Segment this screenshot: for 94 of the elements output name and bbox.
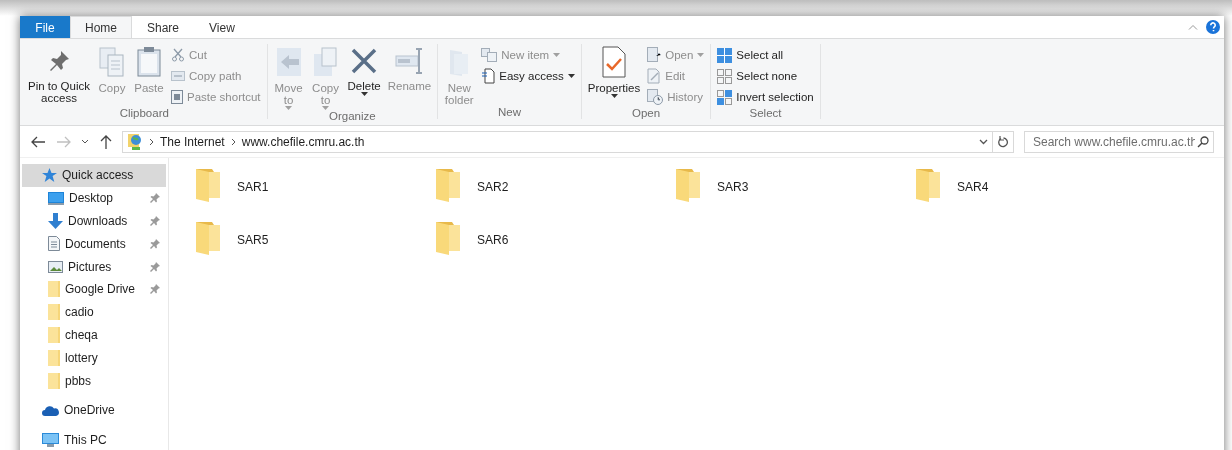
sidebar-item[interactable]: Downloads: [22, 209, 166, 233]
search-icon: [1197, 135, 1209, 148]
shortcut-icon: [171, 90, 183, 104]
folder-icon: [48, 349, 60, 366]
folder-icon: [195, 168, 221, 202]
ribbon-button[interactable]: Select none: [714, 66, 817, 86]
refresh-icon: [997, 135, 1009, 148]
sidebar-item[interactable]: pbbs: [22, 369, 166, 392]
caret-icon: [360, 92, 368, 96]
chevron-down-icon[interactable]: [979, 138, 988, 145]
ribbon-tab[interactable]: Home: [70, 16, 132, 38]
folder-icon: [915, 168, 941, 202]
group-label: Select: [748, 107, 783, 119]
cloud-icon: [42, 404, 59, 416]
properties-icon: [601, 46, 627, 78]
pin-icon: [150, 284, 160, 295]
path-icon: [171, 71, 185, 81]
breadcrumb[interactable]: www.chefile.cmru.ac.th: [241, 134, 365, 149]
star-icon: [42, 168, 57, 183]
document-icon: [481, 68, 496, 84]
folder-icon: [675, 168, 701, 202]
folder-name[interactable]: SAR5: [237, 221, 269, 247]
chevron-right-icon: [149, 137, 154, 146]
picture-icon: [48, 260, 63, 273]
computer-icon: [42, 433, 59, 448]
open-icon: [647, 47, 662, 63]
folder-icon: [48, 304, 60, 321]
ribbon-button[interactable]: Easy access: [478, 66, 578, 86]
ribbon-tab[interactable]: File: [20, 16, 70, 38]
folder-icon: [48, 326, 60, 343]
ribbon-button[interactable]: Properties: [584, 44, 644, 107]
group-label: Clipboard: [118, 107, 170, 119]
select-all-icon: [717, 47, 733, 63]
sidebar-item[interactable]: cadio: [22, 300, 166, 324]
sidebar-item[interactable]: cheqa: [22, 323, 166, 347]
back-icon[interactable]: [31, 135, 45, 148]
chevron-right-icon: [230, 137, 236, 146]
caret-icon: [285, 106, 292, 110]
sidebar-item[interactable]: OneDrive: [22, 398, 166, 422]
pin-icon: [150, 193, 160, 204]
ribbon-tab[interactable]: Share: [132, 16, 195, 38]
caret-icon: [697, 53, 705, 57]
caret-icon: [322, 106, 329, 110]
ribbon-button[interactable]: Delete: [344, 44, 384, 110]
folder-name[interactable]: SAR2: [477, 168, 509, 194]
down-arrow-icon: [48, 213, 63, 229]
folder-icon: [48, 281, 60, 298]
group-label: New: [497, 106, 522, 119]
pin-icon: [150, 216, 160, 226]
folder-name[interactable]: SAR1: [237, 168, 269, 194]
folder-name[interactable]: SAR4: [957, 168, 989, 194]
sidebar-item[interactable]: Documents: [22, 232, 166, 256]
pin-icon: [150, 238, 160, 249]
folder-name[interactable]: SAR3: [717, 168, 749, 194]
chevron-down-icon[interactable]: [81, 139, 89, 144]
up-icon[interactable]: [100, 134, 112, 149]
ribbon-button[interactable]: Pin to Quick access: [25, 44, 93, 107]
scissors-icon: [171, 48, 185, 62]
caret-icon: [610, 94, 618, 98]
caret-icon: [567, 74, 575, 78]
folder-icon: [435, 168, 461, 202]
folder-icon: [195, 221, 221, 255]
sidebar-item[interactable]: This PC: [22, 428, 166, 450]
move-icon: [274, 46, 303, 78]
pin-icon: [150, 261, 160, 272]
group-label: Open: [631, 107, 662, 119]
clipboard-icon: [136, 46, 162, 78]
ribbon-button[interactable]: Invert selection: [714, 87, 817, 107]
folder-name[interactable]: SAR6: [477, 221, 509, 247]
sidebar-item[interactable]: Desktop: [22, 186, 166, 210]
edit-icon: [647, 68, 662, 84]
help-icon[interactable]: [1206, 20, 1220, 34]
sidebar-item[interactable]: Pictures: [22, 255, 166, 278]
folder-icon: [48, 372, 60, 389]
folder-icon: [435, 221, 461, 255]
ribbon-tab[interactable]: View: [194, 16, 250, 38]
copy-icon: [311, 46, 340, 78]
invert-selection-icon: [717, 89, 733, 105]
copy-icon: [98, 46, 126, 78]
address-field[interactable]: The Internet www.chefile.cmru.ac.th: [122, 130, 993, 153]
ribbon-button[interactable]: Select all: [714, 45, 817, 65]
select-none-icon: [717, 68, 733, 84]
history-icon: [647, 89, 664, 105]
new-item-icon: [481, 48, 498, 62]
caret-icon: [553, 53, 561, 57]
sidebar-item[interactable]: Quick access: [22, 164, 166, 187]
monitor-icon: [48, 191, 64, 205]
sidebar-item[interactable]: lottery: [22, 346, 166, 370]
globe-icon: [127, 133, 143, 150]
group-label: Organize: [328, 110, 377, 122]
refresh-button[interactable]: [992, 130, 1014, 153]
sidebar-item[interactable]: Google Drive: [22, 278, 166, 301]
document-icon: [48, 236, 60, 252]
breadcrumb[interactable]: The Internet: [160, 134, 225, 149]
